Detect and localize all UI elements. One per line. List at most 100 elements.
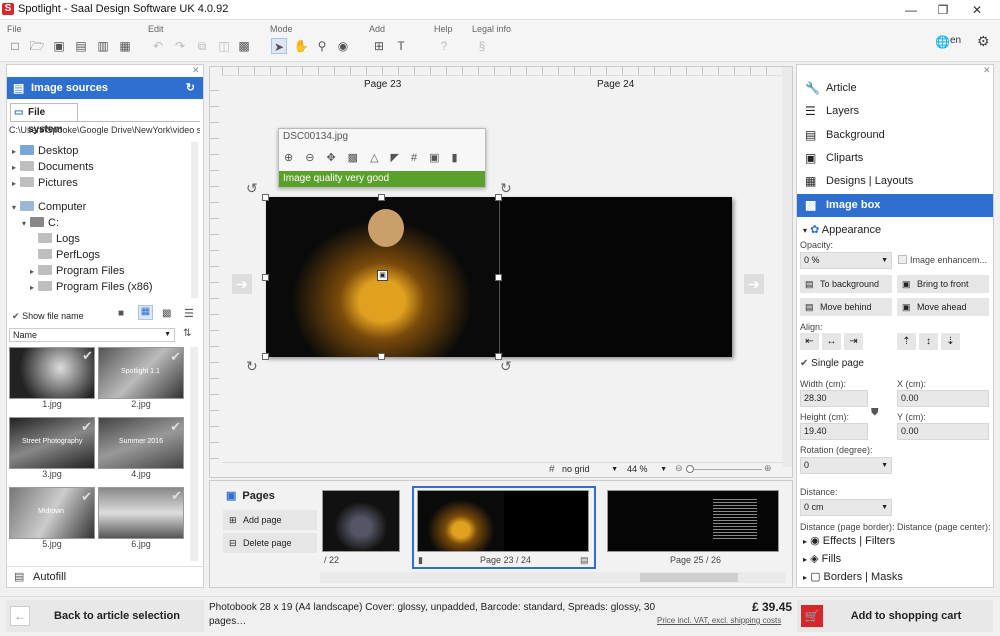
price-note-link[interactable]: Price incl. VAT, excl. shipping costs	[657, 616, 781, 625]
move-ahead-button[interactable]: ▣ Move ahead	[897, 298, 989, 316]
rotate-handle-icon[interactable]: ↺	[246, 180, 258, 197]
thumbnail-item[interactable]: Spotlight 1.1 ✔ 2.jpg	[98, 347, 184, 409]
tree-item-perflogs[interactable]: PerfLogs	[12, 247, 190, 263]
zoom-mode-icon[interactable]: ⚲	[314, 38, 330, 54]
distance-dropdown[interactable]: 0 cm ▼	[800, 499, 892, 516]
trash-icon[interactable]: ▮	[452, 152, 470, 164]
menu-background[interactable]: ▤ Background	[797, 124, 993, 147]
large-icons-icon[interactable]: ■	[118, 308, 124, 319]
medium-icons-icon[interactable]: ▦	[138, 305, 153, 320]
tree-item-computer[interactable]: ▾ Computer	[12, 199, 190, 215]
rotate-handle-icon[interactable]: ↻	[246, 358, 258, 375]
select-mode-icon[interactable]: ➤	[271, 38, 287, 54]
align-left-icon[interactable]: ⇤	[800, 333, 819, 350]
open-folder-icon[interactable]: 🗁	[29, 38, 45, 54]
new-file-icon[interactable]: □	[7, 38, 23, 54]
tree-item-program-files-x86[interactable]: ▸ Program Files (x86)	[12, 279, 190, 295]
effects-filters-section[interactable]: ▸ ◉ Effects | Filters	[803, 534, 895, 547]
paste-icon[interactable]: ◫	[216, 38, 232, 54]
fills-section[interactable]: ▸ ◈ Fills	[803, 552, 841, 565]
tree-item-c-drive[interactable]: ▾ C:	[12, 215, 190, 231]
add-to-cart-button[interactable]: 🛒 Add to shopping cart	[797, 600, 993, 632]
menu-article[interactable]: 🔧 Article	[797, 77, 993, 100]
image-edit-icon[interactable]: ▩	[236, 38, 252, 54]
maximize-icon[interactable]: ❐	[928, 0, 958, 20]
pages-scroll-thumb[interactable]	[640, 573, 738, 582]
previous-page-arrow[interactable]: ➔	[232, 274, 252, 294]
zoom-slider[interactable]	[688, 469, 762, 470]
move-behind-button[interactable]: ▤ Move behind	[800, 298, 892, 316]
flip-icon[interactable]: △	[370, 152, 390, 164]
resize-handle[interactable]	[495, 274, 502, 281]
copy-icon[interactable]: ⧉	[194, 38, 210, 54]
rotation-dropdown[interactable]: 0 ▼	[800, 457, 892, 474]
align-center-icon[interactable]: ↔	[822, 333, 841, 350]
resize-handle[interactable]	[262, 353, 269, 360]
fit-icon[interactable]: ▩	[348, 152, 370, 164]
thumbnail-item[interactable]: ✔ 1.jpg	[9, 347, 95, 409]
tree-item-program-files[interactable]: ▸ Program Files	[12, 263, 190, 279]
refresh-icon[interactable]: ↻	[186, 77, 195, 99]
rotate-handle-icon[interactable]: ↻	[500, 180, 512, 197]
thumbnail-item[interactable]: Midtown ✔ 5.jpg	[9, 487, 95, 549]
grid-dropdown[interactable]: no grid ▼	[562, 463, 620, 476]
menu-layers[interactable]: ☰ Layers	[797, 100, 993, 123]
zoom-in-icon[interactable]: ⊕	[284, 152, 305, 164]
zoom-dropdown[interactable]: 44 % ▼	[627, 463, 669, 476]
tree-item-documents[interactable]: ▸ Documents	[12, 159, 190, 175]
thumbnail-scrollbar[interactable]	[190, 347, 198, 561]
next-page-arrow[interactable]: ➔	[744, 274, 764, 294]
save-icon[interactable]: ▣	[51, 38, 67, 54]
tree-item-logs[interactable]: Logs	[12, 231, 190, 247]
small-icons-icon[interactable]: ▩	[162, 308, 171, 319]
trash-icon[interactable]: ▮	[418, 555, 423, 566]
rotate-handle-icon[interactable]: ↺	[500, 358, 512, 375]
minimize-icon[interactable]: —	[896, 0, 926, 20]
opacity-dropdown[interactable]: 0 % ▼	[800, 252, 892, 269]
width-field[interactable]: 28.30	[800, 390, 868, 407]
tree-scrollbar[interactable]	[191, 142, 198, 298]
add-text-box-icon[interactable]: T	[393, 38, 409, 54]
align-top-icon[interactable]: ⇡	[897, 333, 916, 350]
thumbnail-item[interactable]: Street Photography ✔ 3.jpg	[9, 417, 95, 479]
tree-item-pictures[interactable]: ▸ Pictures	[12, 175, 190, 191]
crop-icon[interactable]: ◤	[391, 152, 411, 164]
x-field[interactable]: 0.00	[897, 390, 989, 407]
zoom-in-icon[interactable]: ⊕	[764, 463, 772, 474]
zoom-out-icon[interactable]: ⊖	[675, 463, 683, 474]
single-page-checkbox[interactable]: ✔ Single page	[800, 358, 864, 369]
hand-mode-icon[interactable]: ✋	[293, 38, 309, 54]
resize-handle[interactable]	[378, 194, 385, 201]
zoom-slider-thumb[interactable]	[686, 465, 694, 473]
list-view-icon[interactable]: ☰	[184, 307, 194, 320]
align-right-icon[interactable]: ⇥	[844, 333, 863, 350]
print-icon[interactable]: ▦	[117, 38, 133, 54]
page-thumbnail[interactable]	[417, 490, 589, 552]
path-field[interactable]: C:\Users\Spooke\Google Drive\NewYork\vid…	[9, 125, 200, 137]
sort-direction-icon[interactable]: ⇅	[183, 328, 191, 339]
page-thumbnail[interactable]	[607, 490, 779, 552]
move-icon[interactable]: ✥	[326, 152, 347, 164]
menu-image-box[interactable]: ▩ Image box	[797, 194, 993, 217]
borders-masks-section[interactable]: ▸ ▢ Borders | Masks	[803, 570, 903, 583]
move-content-handle[interactable]: ▣	[377, 270, 388, 281]
thumbnail-item[interactable]: Summer 2016 ✔ 4.jpg	[98, 417, 184, 479]
resize-handle[interactable]	[262, 274, 269, 281]
thumbnail-item[interactable]: ✔ 6.jpg	[98, 487, 184, 549]
close-panel-icon[interactable]: ✕	[983, 65, 991, 76]
undo-icon[interactable]: ↶	[150, 38, 166, 54]
menu-designs-layouts[interactable]: ▦ Designs | Layouts	[797, 170, 993, 193]
delete-page-button[interactable]: ⊟ Delete page	[223, 533, 317, 553]
page-thumbnail[interactable]	[322, 490, 400, 552]
image-enhancement-checkbox[interactable]	[898, 255, 907, 264]
back-to-article-selection-button[interactable]: ← Back to article selection	[6, 600, 204, 632]
autofill-button[interactable]: ▤ Autofill	[7, 566, 203, 586]
lock-icon[interactable]: ⛊	[871, 407, 879, 418]
align-bottom-icon[interactable]: ⇣	[941, 333, 960, 350]
gear-icon[interactable]: ⚙	[977, 33, 990, 50]
show-file-name-checkbox[interactable]: ✔ Show file name	[12, 311, 84, 322]
help-icon[interactable]: ?	[436, 38, 452, 54]
zoom-out-icon[interactable]: ⊖	[305, 152, 326, 164]
expand-icon[interactable]: ▣	[429, 152, 451, 164]
add-image-box-icon[interactable]: ⊞	[371, 38, 387, 54]
